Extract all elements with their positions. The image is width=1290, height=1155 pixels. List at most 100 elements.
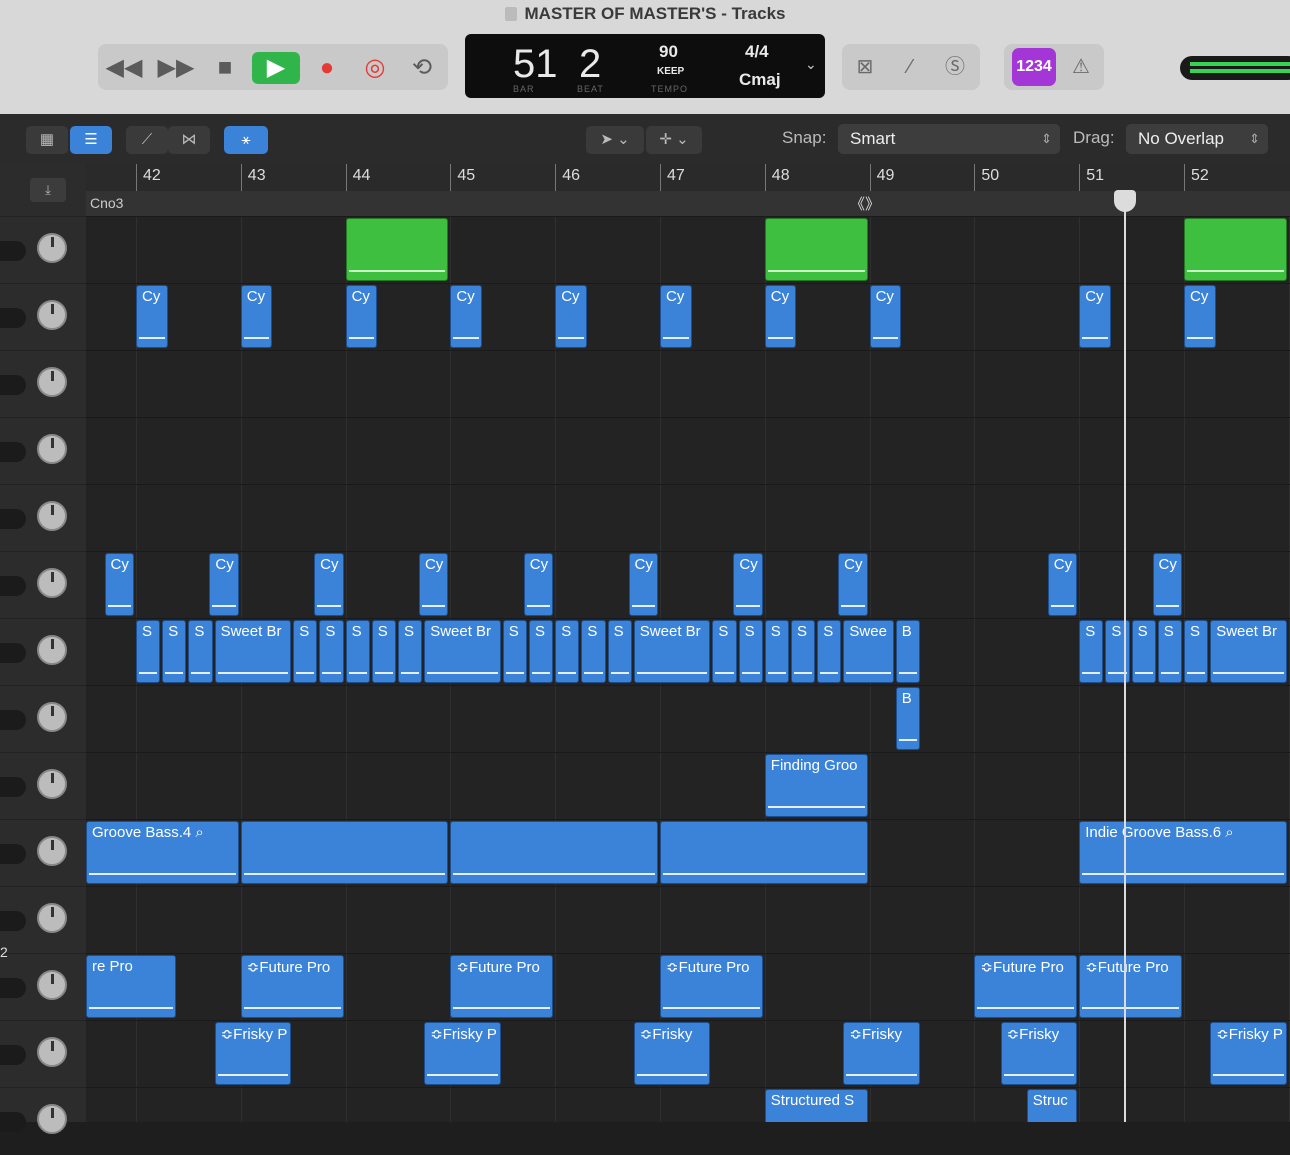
- region[interactable]: S: [502, 620, 527, 683]
- region[interactable]: Groove Bass.4 ⌕: [86, 821, 239, 884]
- cycle-button[interactable]: ⟲: [405, 52, 439, 84]
- volume-knob[interactable]: [37, 836, 67, 866]
- region[interactable]: Cy: [523, 553, 554, 616]
- bar-number[interactable]: 48: [764, 164, 790, 191]
- play-button[interactable]: ▶: [252, 52, 300, 84]
- region[interactable]: S: [738, 620, 763, 683]
- add-track-icon[interactable]: ⤓: [30, 178, 66, 202]
- snap-select[interactable]: Smart ⇕: [838, 124, 1060, 154]
- track-header-row[interactable]: [0, 1020, 86, 1088]
- region[interactable]: [1184, 218, 1287, 281]
- region[interactable]: S: [345, 620, 370, 683]
- region[interactable]: S: [398, 620, 423, 683]
- region[interactable]: Cy: [104, 553, 134, 616]
- region[interactable]: Cy: [240, 285, 273, 348]
- volume-knob[interactable]: [37, 903, 67, 933]
- playhead[interactable]: [1124, 190, 1126, 1122]
- bar-number[interactable]: 45: [450, 164, 475, 191]
- mute-toggle[interactable]: [0, 509, 26, 529]
- bar-number[interactable]: 49: [869, 164, 894, 191]
- bar-number[interactable]: 46: [555, 164, 580, 191]
- catch-icon[interactable]: ⚹: [224, 126, 268, 154]
- region[interactable]: Swee: [843, 620, 894, 683]
- bar-number[interactable]: 42: [136, 164, 161, 191]
- stop-button[interactable]: ■: [210, 52, 240, 84]
- region[interactable]: Cy: [345, 285, 378, 348]
- region[interactable]: B: [895, 687, 920, 750]
- region[interactable]: Cy: [628, 553, 658, 616]
- count-in-button[interactable]: 1234: [1012, 48, 1056, 86]
- region[interactable]: [764, 218, 868, 281]
- track-header-row[interactable]: [0, 216, 86, 284]
- region[interactable]: [345, 218, 449, 281]
- region[interactable]: S: [581, 620, 606, 683]
- region[interactable]: S: [162, 620, 187, 683]
- region[interactable]: S: [136, 620, 161, 683]
- region[interactable]: S: [371, 620, 396, 683]
- track-header-row[interactable]: [0, 350, 86, 418]
- track-header-row[interactable]: [0, 685, 86, 753]
- region[interactable]: Cy: [1152, 553, 1182, 616]
- region[interactable]: S: [1184, 620, 1209, 683]
- region[interactable]: Struc: [1026, 1089, 1078, 1122]
- volume-knob[interactable]: [37, 233, 67, 263]
- bar-number[interactable]: 44: [345, 164, 370, 191]
- metronome-icon[interactable]: ⚠: [1066, 52, 1096, 82]
- bar-number[interactable]: 52: [1184, 164, 1209, 191]
- track-header-row[interactable]: [0, 953, 86, 1021]
- region[interactable]: Cy: [450, 285, 482, 348]
- mute-toggle[interactable]: [0, 1112, 26, 1132]
- list-view-icon[interactable]: ☰: [70, 126, 112, 154]
- region[interactable]: S: [529, 620, 554, 683]
- flex-icon[interactable]: ⋈: [168, 126, 210, 154]
- volume-knob[interactable]: [37, 702, 67, 732]
- region[interactable]: Sweet Br: [424, 620, 501, 683]
- region[interactable]: S: [607, 620, 632, 683]
- region[interactable]: ≎Future Pro: [450, 955, 554, 1018]
- drag-select[interactable]: No Overlap ⇕: [1126, 124, 1268, 154]
- forward-button[interactable]: ▶▶: [156, 52, 196, 84]
- chevron-down-icon[interactable]: ⌄: [805, 56, 817, 73]
- region[interactable]: ≎Future Pro: [660, 955, 763, 1018]
- region[interactable]: Cy: [1047, 553, 1078, 616]
- solo-icon[interactable]: Ⓢ: [940, 52, 970, 82]
- region[interactable]: Cy: [660, 285, 692, 348]
- region[interactable]: ≎Frisky P: [214, 1022, 292, 1085]
- region[interactable]: S: [712, 620, 737, 683]
- region[interactable]: ≎Future Pro: [240, 955, 344, 1018]
- region[interactable]: [660, 821, 868, 884]
- lcd-display[interactable]: 51 2 BAR BEAT 90 KEEP TEMPO 4/4 Cmaj ⌄: [465, 34, 825, 98]
- track-header-row[interactable]: [0, 819, 86, 887]
- region[interactable]: Structured S: [764, 1089, 868, 1122]
- mute-toggle[interactable]: [0, 978, 26, 998]
- region[interactable]: Cy: [838, 553, 868, 616]
- volume-knob[interactable]: [37, 300, 67, 330]
- volume-knob[interactable]: [37, 568, 67, 598]
- region[interactable]: ≎Frisky: [633, 1022, 711, 1085]
- region[interactable]: [240, 821, 449, 884]
- region[interactable]: S: [1157, 620, 1182, 683]
- mute-toggle[interactable]: [0, 308, 26, 328]
- mute-toggle[interactable]: [0, 375, 26, 395]
- track-header-row[interactable]: [0, 886, 86, 954]
- bar-ruler[interactable]: 42 43 44 45 46 47 48 49 50 51 52: [86, 164, 1290, 191]
- region[interactable]: Finding Groo: [764, 754, 868, 817]
- region[interactable]: Cy: [733, 553, 763, 616]
- track-header-row[interactable]: [0, 484, 86, 552]
- region[interactable]: ≎Future Pro: [974, 955, 1078, 1018]
- volume-knob[interactable]: [37, 769, 67, 799]
- region[interactable]: Sweet Br: [1210, 620, 1287, 683]
- bar-number[interactable]: 43: [240, 164, 266, 191]
- volume-knob[interactable]: [37, 501, 67, 531]
- region[interactable]: S: [1079, 620, 1104, 683]
- volume-knob[interactable]: [37, 434, 67, 464]
- region[interactable]: Cy: [764, 285, 797, 348]
- mute-toggle[interactable]: [0, 911, 26, 931]
- mute-toggle[interactable]: [0, 1045, 26, 1065]
- mute-toggle[interactable]: [0, 241, 26, 261]
- region[interactable]: Cy: [555, 285, 587, 348]
- region[interactable]: ≎Frisky P: [1210, 1022, 1287, 1085]
- region[interactable]: Sweet Br: [214, 620, 292, 683]
- track-header-row[interactable]: [0, 1087, 86, 1155]
- volume-knob[interactable]: [37, 1037, 67, 1067]
